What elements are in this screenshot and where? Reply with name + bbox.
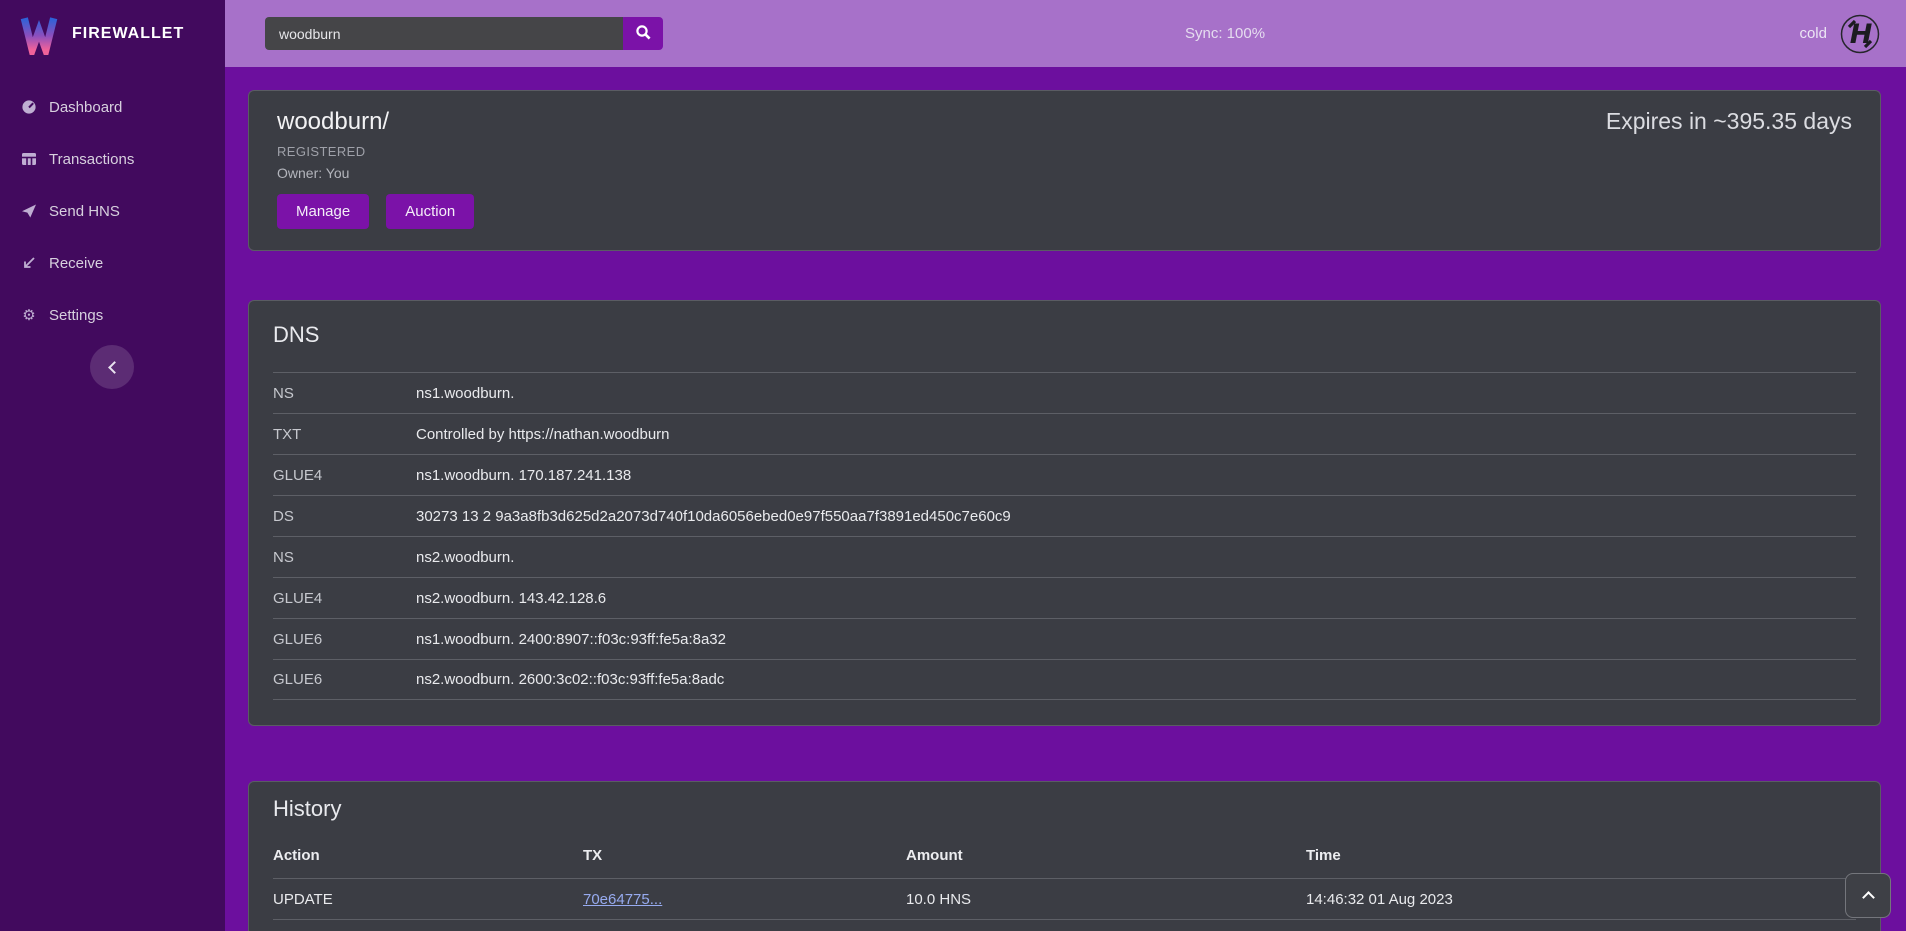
dns-record-value: ns1.woodburn. 2400:8907::f03c:93ff:fe5a:… [416, 631, 726, 648]
dns-record-type: GLUE6 [273, 671, 416, 688]
arrow-down-left-icon [20, 255, 38, 271]
dns-record-type: GLUE4 [273, 467, 416, 484]
history-row: RENEW d73c5c4... 10.0 HNS 15:47:36 07 Fe… [273, 920, 1856, 931]
dns-record-type: NS [273, 549, 416, 566]
sidebar-item-label: Settings [49, 307, 103, 324]
dns-record-row: GLUE6 ns1.woodburn. 2400:8907::f03c:93ff… [273, 618, 1856, 659]
history-col-amount: Amount [906, 839, 1306, 878]
topbar: Sync: 100% cold H [225, 0, 1906, 67]
dns-card-title: DNS [273, 322, 1856, 348]
dns-record-row: NS ns2.woodburn. [273, 536, 1856, 577]
dns-card: DNS NS ns1.woodburn. TXT Controlled by h… [248, 300, 1881, 726]
dns-record-value: ns1.woodburn. 170.187.241.138 [416, 467, 631, 484]
history-col-action: Action [273, 839, 583, 878]
gear-icon: ⚙ [20, 307, 38, 323]
brand-row[interactable]: FIREWALLET [0, 0, 225, 65]
history-col-time: Time [1306, 839, 1856, 878]
firewallet-logo-icon [18, 13, 60, 55]
sidebar-item-label: Receive [49, 255, 103, 272]
gauge-icon [20, 99, 38, 115]
history-time: 14:46:32 01 Aug 2023 [1306, 891, 1856, 908]
sidebar-item-label: Dashboard [49, 99, 122, 116]
dns-record-type: GLUE4 [273, 590, 416, 607]
sidebar-item-dashboard[interactable]: Dashboard [0, 81, 225, 133]
domain-card: woodburn/ Expires in ~395.35 days REGIST… [248, 90, 1881, 251]
domain-name-title: woodburn/ [277, 108, 389, 136]
history-card-title: History [273, 796, 1856, 822]
sidebar-nav: Dashboard Transactions Send HNS Receive … [0, 81, 225, 341]
dns-record-row: GLUE6 ns2.woodburn. 2600:3c02::f03c:93ff… [273, 659, 1856, 700]
sidebar-item-label: Send HNS [49, 203, 120, 220]
history-table-header: Action TX Amount Time [273, 839, 1856, 879]
dns-record-value: ns2.woodburn. 143.42.128.6 [416, 590, 606, 607]
brand-name: FIREWALLET [72, 25, 184, 43]
history-action: UPDATE [273, 891, 583, 908]
dns-record-value: ns1.woodburn. [416, 385, 514, 402]
search-icon [635, 24, 652, 44]
expiry-label: Expires in ~395.35 days [1606, 108, 1852, 135]
search-bar [265, 17, 663, 50]
history-row: UPDATE 70e64775... 10.0 HNS 14:46:32 01 … [273, 879, 1856, 920]
scroll-to-top-button[interactable] [1845, 873, 1891, 918]
dns-records-table: NS ns1.woodburn. TXT Controlled by https… [273, 372, 1856, 700]
dns-record-value: Controlled by https://nathan.woodburn [416, 426, 670, 443]
sidebar-item-receive[interactable]: Receive [0, 237, 225, 289]
dns-record-type: DS [273, 508, 416, 525]
chevron-left-icon [108, 361, 121, 374]
dns-record-row: NS ns1.woodburn. [273, 372, 1856, 413]
dns-record-type: TXT [273, 426, 416, 443]
main-content: woodburn/ Expires in ~395.35 days REGIST… [225, 67, 1906, 931]
history-col-tx: TX [583, 839, 906, 878]
sidebar-item-send-hns[interactable]: Send HNS [0, 185, 225, 237]
dns-record-row: TXT Controlled by https://nathan.woodbur… [273, 413, 1856, 454]
sidebar-collapse-button[interactable] [90, 345, 134, 389]
dns-record-value: 30273 13 2 9a3a8fb3d625d2a2073d740f10da6… [416, 508, 1011, 525]
dns-record-type: GLUE6 [273, 631, 416, 648]
dns-record-row: DS 30273 13 2 9a3a8fb3d625d2a2073d740f10… [273, 495, 1856, 536]
sidebar: FIREWALLET Dashboard Transactions Send H… [0, 0, 225, 931]
sidebar-item-transactions[interactable]: Transactions [0, 133, 225, 185]
dns-record-value: ns2.woodburn. [416, 549, 514, 566]
auction-button[interactable]: Auction [386, 194, 474, 229]
search-button[interactable] [623, 17, 663, 50]
dns-record-row: GLUE4 ns2.woodburn. 143.42.128.6 [273, 577, 1856, 618]
tx-link[interactable]: 70e64775... [583, 891, 662, 908]
domain-card-header: woodburn/ Expires in ~395.35 days [277, 108, 1852, 136]
domain-actions: Manage Auction [277, 194, 1852, 229]
domain-owner: Owner: You [277, 165, 1852, 181]
wallet-name: cold [1799, 25, 1827, 42]
sidebar-item-label: Transactions [49, 151, 134, 168]
history-card: History Action TX Amount Time UPDATE 70e… [248, 781, 1881, 931]
paper-plane-icon [20, 203, 38, 219]
chevron-up-icon [1862, 891, 1875, 904]
sidebar-item-settings[interactable]: ⚙ Settings [0, 289, 225, 341]
sync-status: Sync: 100% [1185, 0, 1265, 67]
domain-status: REGISTERED [277, 144, 1852, 159]
wallet-switcher[interactable]: cold H [1799, 0, 1880, 67]
search-input[interactable] [265, 17, 623, 50]
dns-record-type: NS [273, 385, 416, 402]
handshake-logo-icon: H [1840, 14, 1880, 54]
dns-record-row: GLUE4 ns1.woodburn. 170.187.241.138 [273, 454, 1856, 495]
table-icon [20, 151, 38, 167]
dns-record-value: ns2.woodburn. 2600:3c02::f03c:93ff:fe5a:… [416, 671, 724, 688]
history-amount: 10.0 HNS [906, 891, 1306, 908]
manage-button[interactable]: Manage [277, 194, 369, 229]
